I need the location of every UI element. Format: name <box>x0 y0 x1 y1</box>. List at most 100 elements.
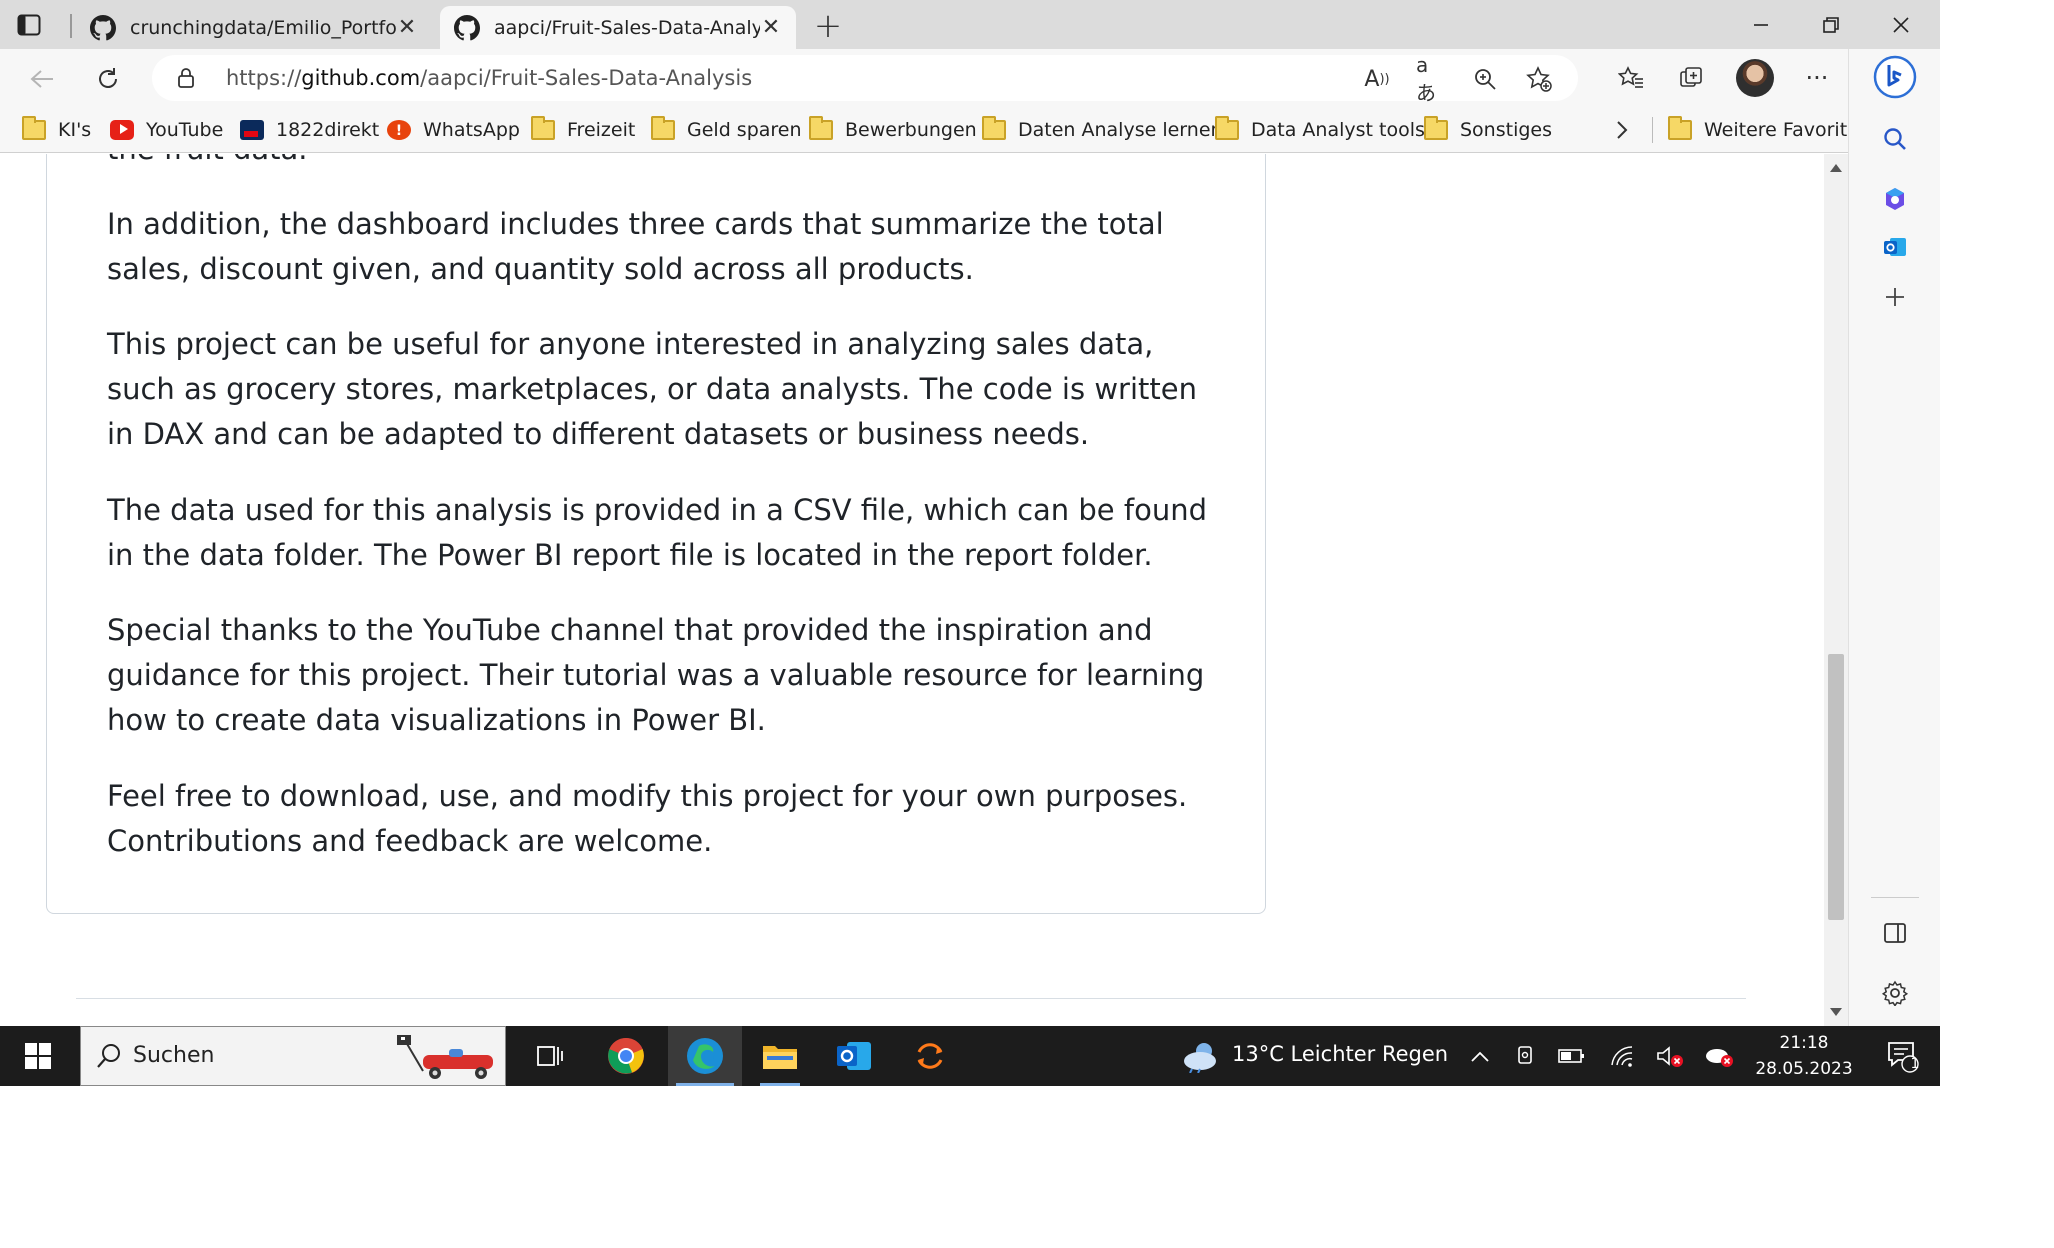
bookmark-freizeit[interactable]: Freizeit <box>531 116 635 144</box>
chevron-up-icon[interactable] <box>1462 1026 1498 1086</box>
hide-sidebar-icon[interactable] <box>1873 911 1917 955</box>
readme-paragraph: The data used for this analysis is provi… <box>107 493 1207 572</box>
restore-icon[interactable] <box>1796 0 1866 49</box>
navigation-toolbar: https://github.com/aapci/Fruit-Sales-Dat… <box>0 49 1860 107</box>
github-icon <box>90 14 116 40</box>
chevron-right-icon[interactable] <box>1614 116 1630 144</box>
tab-actions-icon[interactable] <box>14 10 44 40</box>
microsoft365-icon[interactable] <box>1873 177 1917 221</box>
readme-paragraph: Special thanks to the YouTube channel th… <box>107 613 1205 737</box>
readme-paragraph: This project can be useful for anyone in… <box>107 327 1197 451</box>
notification-count: 1 <box>1910 1056 1920 1072</box>
sidebar-separator <box>1871 897 1919 898</box>
bookmark-more-favorites[interactable]: Weitere Favoriten <box>1668 116 1871 144</box>
outlook-taskbar-icon[interactable] <box>824 1026 884 1086</box>
collections-icon[interactable] <box>1670 57 1712 99</box>
add-sidebar-app-icon[interactable] <box>1873 275 1917 319</box>
weather-text[interactable]: 13°C Leichter Regen <box>1232 1042 1448 1066</box>
outlook-icon[interactable] <box>1873 225 1917 269</box>
github-icon <box>454 14 480 40</box>
tab-title: crunchingdata/Emilio_Portfolio: c <box>130 16 396 39</box>
notification-center-icon[interactable]: 1 <box>1880 1026 1926 1086</box>
web-page: the fruit data. In addition, the dashboa… <box>0 154 1848 1026</box>
new-tab-icon[interactable]: + <box>808 6 848 46</box>
folder-icon <box>651 116 675 140</box>
chrome-icon[interactable] <box>596 1026 656 1086</box>
folder-icon <box>1424 116 1448 140</box>
close-tab-icon[interactable]: ✕ <box>396 15 418 40</box>
scrollbar-thumb[interactable] <box>1828 654 1844 920</box>
add-favorite-icon[interactable] <box>1524 64 1554 94</box>
wifi-icon[interactable] <box>1604 1026 1640 1086</box>
folder-icon <box>1668 116 1692 140</box>
read-aloud-icon[interactable]: A)) <box>1362 64 1392 94</box>
bookmark-label: KI's <box>58 119 92 141</box>
bookmark-whatsapp[interactable]: ! WhatsApp <box>387 116 520 144</box>
search-highlight-icon <box>397 1035 493 1079</box>
translate-icon[interactable]: aあ <box>1416 53 1446 105</box>
edge-taskbar-icon[interactable] <box>668 1026 742 1086</box>
tab-emilio-portfolio[interactable]: crunchingdata/Emilio_Portfolio: c ✕ <box>76 6 432 49</box>
bookmark-label: Freizeit <box>567 119 636 141</box>
bookmark-bewerbungen[interactable]: Bewerbungen <box>809 116 977 144</box>
tab-separator <box>70 14 72 38</box>
battery-icon[interactable] <box>1554 1026 1590 1086</box>
bookmark-geld-sparen[interactable]: Geld sparen <box>651 116 802 144</box>
settings-gear-icon[interactable] <box>1873 971 1917 1015</box>
whatsapp-icon: ! <box>387 120 411 140</box>
close-window-icon[interactable] <box>1866 0 1936 49</box>
bookmark-kis[interactable]: KI's <box>22 116 91 144</box>
windows-taskbar: Suchen 13°C Leichter Regen 21:18 28.05.2… <box>0 1026 1940 1086</box>
bookmark-sonstiges[interactable]: Sonstiges <box>1424 116 1552 144</box>
url-text[interactable]: https://github.com/aapci/Fruit-Sales-Dat… <box>226 66 752 90</box>
windows-start-icon[interactable] <box>16 1026 60 1086</box>
edge-sidebar <box>1848 49 1940 1026</box>
bookmark-label: YouTube <box>146 119 224 141</box>
taskbar-search[interactable]: Suchen <box>80 1026 506 1086</box>
bookmark-daten-analyse[interactable]: Daten Analyse lernen <box>982 116 1223 144</box>
refresh-icon[interactable] <box>88 59 128 99</box>
scroll-down-icon[interactable] <box>1830 1008 1842 1016</box>
volume-muted-icon[interactable] <box>1652 1026 1688 1086</box>
bookmark-1822direkt[interactable]: 1822direkt <box>240 116 379 144</box>
address-bar[interactable]: https://github.com/aapci/Fruit-Sales-Dat… <box>152 53 1578 105</box>
clock-time: 21:18 <box>1779 1033 1829 1053</box>
task-view-icon[interactable] <box>526 1026 574 1086</box>
search-icon <box>97 1044 120 1068</box>
favorites-bar: KI's YouTube 1822direkt ! WhatsApp Freize… <box>0 107 1871 153</box>
taskbar-clock[interactable]: 21:18 28.05.2023 <box>1744 1030 1864 1082</box>
sync-app-icon[interactable] <box>900 1026 960 1086</box>
weather-cloud-icon[interactable] <box>1180 1026 1224 1086</box>
page-scrollbar[interactable] <box>1824 154 1848 1026</box>
more-menu-icon[interactable]: ··· <box>1796 57 1838 99</box>
folder-icon <box>531 116 555 140</box>
bookmark-label: Bewerbungen <box>845 119 977 141</box>
bookmark-label: Daten Analyse lernen <box>1018 119 1223 141</box>
readme-paragraph: In addition, the dashboard includes thre… <box>107 207 1164 286</box>
readme-cut-line: the fruit data. <box>107 154 308 166</box>
screen-margin-right <box>1940 0 2054 1086</box>
bookmark-label: WhatsApp <box>423 119 520 141</box>
onedrive-error-icon[interactable] <box>1702 1026 1738 1086</box>
bookmark-label: Geld sparen <box>687 119 802 141</box>
close-tab-icon[interactable]: ✕ <box>760 15 782 40</box>
lock-icon[interactable] <box>174 66 198 90</box>
zoom-icon[interactable] <box>1470 64 1500 94</box>
page-divider <box>76 998 1746 999</box>
bookmark-data-analyst-tools[interactable]: Data Analyst tools <box>1215 116 1425 144</box>
search-icon[interactable] <box>1873 117 1917 161</box>
screen-margin-bottom <box>0 1086 2054 1248</box>
bookmark-divider <box>1652 117 1653 143</box>
file-explorer-icon[interactable] <box>750 1026 810 1086</box>
folder-icon <box>1215 116 1239 140</box>
minimize-icon[interactable] <box>1726 0 1796 49</box>
bing-chat-icon[interactable] <box>1873 55 1917 99</box>
bookmark-youtube[interactable]: YouTube <box>110 116 223 144</box>
profile-avatar[interactable] <box>1736 59 1774 97</box>
folder-icon <box>809 116 833 140</box>
tab-fruit-sales[interactable]: aapci/Fruit-Sales-Data-Analysis: T ✕ <box>440 6 796 49</box>
back-icon[interactable] <box>22 59 62 99</box>
scroll-up-icon[interactable] <box>1830 164 1842 172</box>
favorites-icon[interactable] <box>1610 57 1652 99</box>
meet-now-icon[interactable] <box>1508 1026 1544 1086</box>
